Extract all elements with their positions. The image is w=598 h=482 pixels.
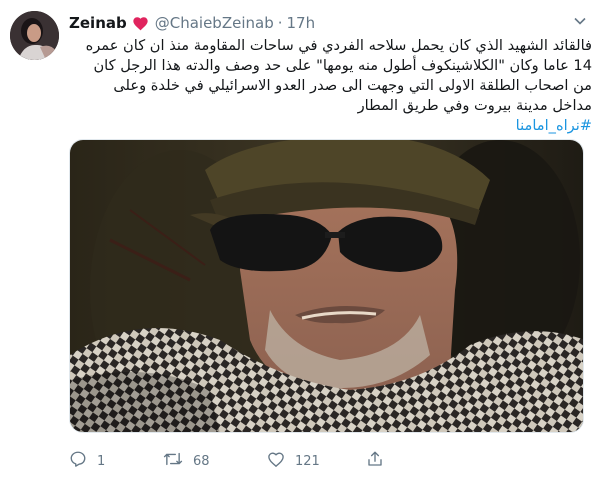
reply-button[interactable]: 1	[69, 450, 105, 472]
tweet-text: فالقائد الشهيد الذي كان يحمل سلاحه الفرد…	[69, 36, 592, 136]
tweet-text-line: من اصحاب الطلقة الاولى التي وجهت الى صدر…	[113, 77, 592, 94]
tweet-actions: 1 68 121	[69, 450, 389, 472]
author-handle[interactable]: @ChaiebZeinab	[155, 14, 274, 32]
like-count: 121	[295, 453, 320, 469]
retweet-button[interactable]: 68	[163, 450, 210, 472]
tweet-text-line: 14 عاما وكان "الكلاشينكوف أطول منه يومها…	[93, 57, 592, 74]
reply-count: 1	[97, 453, 106, 469]
avatar[interactable]	[10, 11, 59, 60]
share-icon	[366, 450, 384, 472]
tweet-header: Zeinab @ChaiebZeinab · 17h	[69, 12, 315, 34]
hashtag-link[interactable]: #نراه_امامنا	[516, 117, 592, 134]
chevron-down-icon[interactable]	[572, 14, 588, 28]
timestamp[interactable]: 17h	[287, 14, 316, 32]
author-name[interactable]: Zeinab	[69, 14, 127, 32]
tweet[interactable]: Zeinab @ChaiebZeinab · 17h فالقائد الشهي…	[0, 0, 598, 482]
share-button[interactable]	[366, 450, 384, 472]
retweet-icon	[163, 450, 183, 472]
like-button[interactable]: 121	[267, 450, 320, 472]
tweet-text-line: مداخل مدينة بيروت وفي طريق المطار	[357, 97, 592, 114]
tweet-text-line: فالقائد الشهيد الذي كان يحمل سلاحه الفرد…	[85, 37, 592, 54]
reply-icon	[69, 450, 87, 472]
like-heart-icon	[267, 451, 285, 472]
red-heart-icon	[132, 16, 149, 31]
tweet-photo[interactable]	[69, 139, 584, 433]
separator-dot: ·	[277, 14, 283, 32]
retweet-count: 68	[193, 453, 210, 469]
